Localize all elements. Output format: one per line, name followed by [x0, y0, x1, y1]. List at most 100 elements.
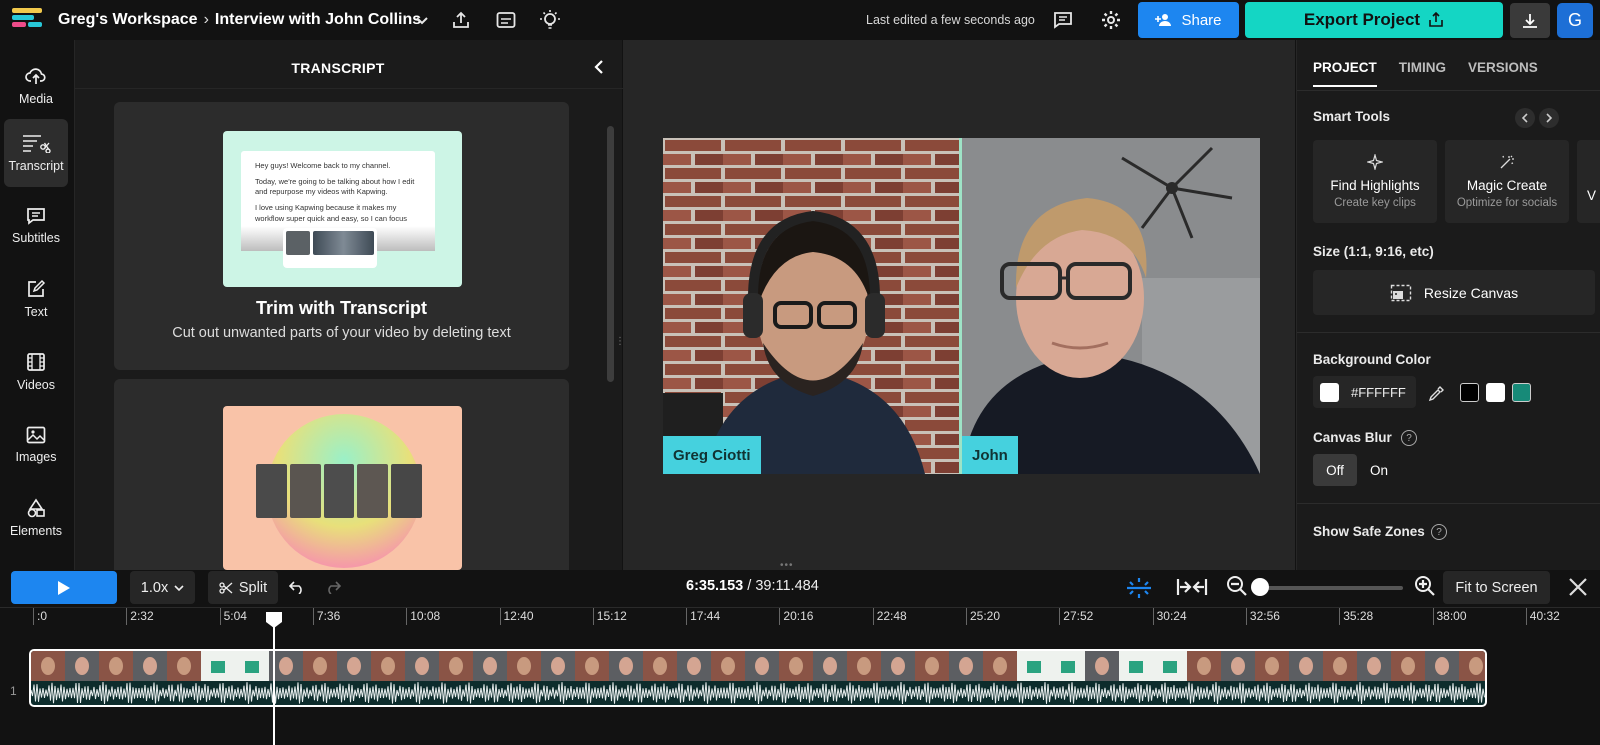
nav-item-videos[interactable]: Videos — [4, 338, 68, 406]
clip-frame-face — [415, 657, 429, 675]
split-button[interactable]: Split — [208, 571, 278, 604]
undo-icon[interactable] — [289, 580, 305, 594]
track-number: 1 — [10, 684, 17, 698]
timeline-resize-handle[interactable]: ••• — [780, 560, 794, 571]
close-icon[interactable] — [1568, 577, 1588, 597]
share-button[interactable]: Share — [1138, 2, 1239, 38]
section-divider — [1297, 503, 1600, 504]
partial-tool[interactable]: V — [1577, 140, 1600, 223]
play-button[interactable] — [11, 571, 117, 604]
face-thumb — [256, 464, 287, 518]
chevron-down-icon[interactable] — [410, 8, 434, 32]
text-edit-icon — [28, 279, 46, 297]
lightbulb-icon[interactable] — [538, 8, 562, 32]
collapse-panel-button[interactable] — [589, 56, 609, 78]
tab-versions[interactable]: VERSIONS — [1468, 60, 1538, 87]
zoom-slider-track[interactable] — [1255, 586, 1403, 590]
tab-project[interactable]: PROJECT — [1313, 60, 1377, 87]
playhead-line[interactable] — [273, 621, 275, 745]
resize-canvas-icon — [1390, 284, 1412, 301]
find-highlights-tool[interactable]: Find Highlights Create key clips — [1313, 140, 1437, 223]
face-thumb — [289, 464, 321, 518]
zoom-out-icon[interactable] — [1226, 575, 1248, 597]
tab-timing[interactable]: TIMING — [1399, 60, 1446, 87]
resize-canvas-button[interactable]: Resize Canvas — [1313, 270, 1595, 315]
redo-icon[interactable] — [325, 580, 341, 594]
download-button[interactable] — [1510, 3, 1550, 38]
fit-arrows-icon[interactable] — [1176, 577, 1208, 597]
zoom-in-icon[interactable] — [1414, 575, 1436, 597]
nav-item-media[interactable]: Media — [4, 52, 68, 120]
panel-resize-handle[interactable]: ⋮ — [615, 336, 625, 348]
trim-transcript-card[interactable]: Hey guys! Welcome back to my channel. To… — [114, 102, 569, 370]
fit-to-screen-button[interactable]: Fit to Screen — [1443, 571, 1550, 604]
tool-title: Find Highlights — [1330, 178, 1420, 193]
panel-divider — [75, 88, 623, 89]
chevron-left-icon — [1521, 113, 1528, 123]
timeline-controls: 1.0x Split 6:35.153 / 39:11.484 Fit to S… — [0, 571, 1600, 607]
top-bar: Greg's Workspace › Interview with John Col… — [0, 0, 1600, 40]
tools-next-button[interactable] — [1539, 108, 1559, 128]
nav-item-subtitles[interactable]: Subtitles — [4, 192, 68, 260]
image-icon — [26, 426, 46, 444]
nav-item-images[interactable]: Images — [4, 411, 68, 479]
canvas-stage: Greg Ciotti John — [623, 40, 1295, 570]
clip-frame-face — [143, 657, 157, 675]
captions-icon[interactable] — [494, 8, 518, 32]
gear-icon[interactable] — [1099, 8, 1123, 32]
clip-frame-face — [891, 657, 905, 675]
swatch-teal[interactable] — [1512, 383, 1531, 402]
split-label: Split — [238, 579, 268, 596]
magic-create-tool[interactable]: Magic Create Optimize for socials — [1445, 140, 1569, 223]
help-icon[interactable]: ? — [1431, 524, 1447, 540]
clip-frame-chart — [1027, 661, 1041, 673]
tools-prev-button[interactable] — [1515, 108, 1535, 128]
export-project-button[interactable]: Export Project — [1245, 2, 1503, 38]
clip-frame-face — [109, 657, 123, 675]
clip-frame-chart — [211, 661, 225, 673]
comment-icon[interactable] — [1051, 8, 1075, 32]
timeline-ruler[interactable]: :0 2:32 5:04 7:36 10:08 12:40 15:12 17:44 20:16 2… — [0, 607, 1600, 637]
zoom-slider-handle[interactable] — [1251, 578, 1269, 596]
clip-frame-face — [993, 657, 1007, 675]
nav-item-elements[interactable]: Elements — [4, 484, 68, 552]
time-separator: / — [743, 578, 756, 594]
nav-item-transcript[interactable]: Transcript — [4, 119, 68, 187]
clip-frame-face — [1197, 657, 1211, 675]
sparkle-icon — [1367, 154, 1383, 170]
smart-cut-preview — [223, 406, 462, 570]
clip-frame-face — [1367, 657, 1381, 675]
nav-item-text[interactable]: Text — [4, 265, 68, 333]
blur-off-option[interactable]: Off — [1313, 454, 1357, 486]
timeline-track-area: 1 — [0, 637, 1600, 745]
clip-frame-face — [653, 657, 667, 675]
eyedropper-icon[interactable] — [1428, 386, 1444, 402]
background-color-field[interactable]: #FFFFFF — [1313, 376, 1416, 408]
help-icon[interactable]: ? — [1401, 430, 1417, 446]
clip-frame-face — [381, 657, 395, 675]
playhead-handle[interactable] — [265, 611, 283, 629]
video-preview[interactable]: Greg Ciotti John — [663, 138, 1260, 474]
project-title[interactable]: Interview with John Collins — [215, 11, 421, 28]
panel-scrollbar[interactable] — [607, 126, 614, 382]
speed-dropdown[interactable]: 1.0x — [130, 571, 195, 604]
avatar[interactable]: G — [1557, 3, 1593, 38]
swatch-white[interactable] — [1486, 383, 1505, 402]
resize-canvas-label: Resize Canvas — [1423, 284, 1519, 301]
smart-cut-card[interactable] — [114, 379, 569, 570]
clip-frame-face — [1231, 657, 1245, 675]
properties-panel: PROJECT TIMING VERSIONS Smart Tools Find… — [1296, 40, 1600, 570]
ruler-tick-label: 40:32 — [1525, 608, 1560, 625]
time-display: 6:35.153 / 39:11.484 — [686, 578, 819, 594]
breadcrumb-separator: › — [203, 11, 209, 28]
fit-to-screen-label: Fit to Screen — [1455, 579, 1538, 596]
snap-icon[interactable] — [1123, 576, 1155, 600]
nav-label-transcript: Transcript — [8, 159, 64, 173]
video-clip[interactable] — [29, 649, 1487, 707]
blur-on-option[interactable]: On — [1357, 454, 1401, 486]
swatch-black[interactable] — [1460, 383, 1479, 402]
upload-icon[interactable] — [449, 8, 473, 32]
clip-frame-face — [449, 657, 463, 675]
workspace-link[interactable]: Greg's Workspace — [58, 11, 198, 28]
kapwing-logo-icon[interactable] — [12, 8, 44, 32]
